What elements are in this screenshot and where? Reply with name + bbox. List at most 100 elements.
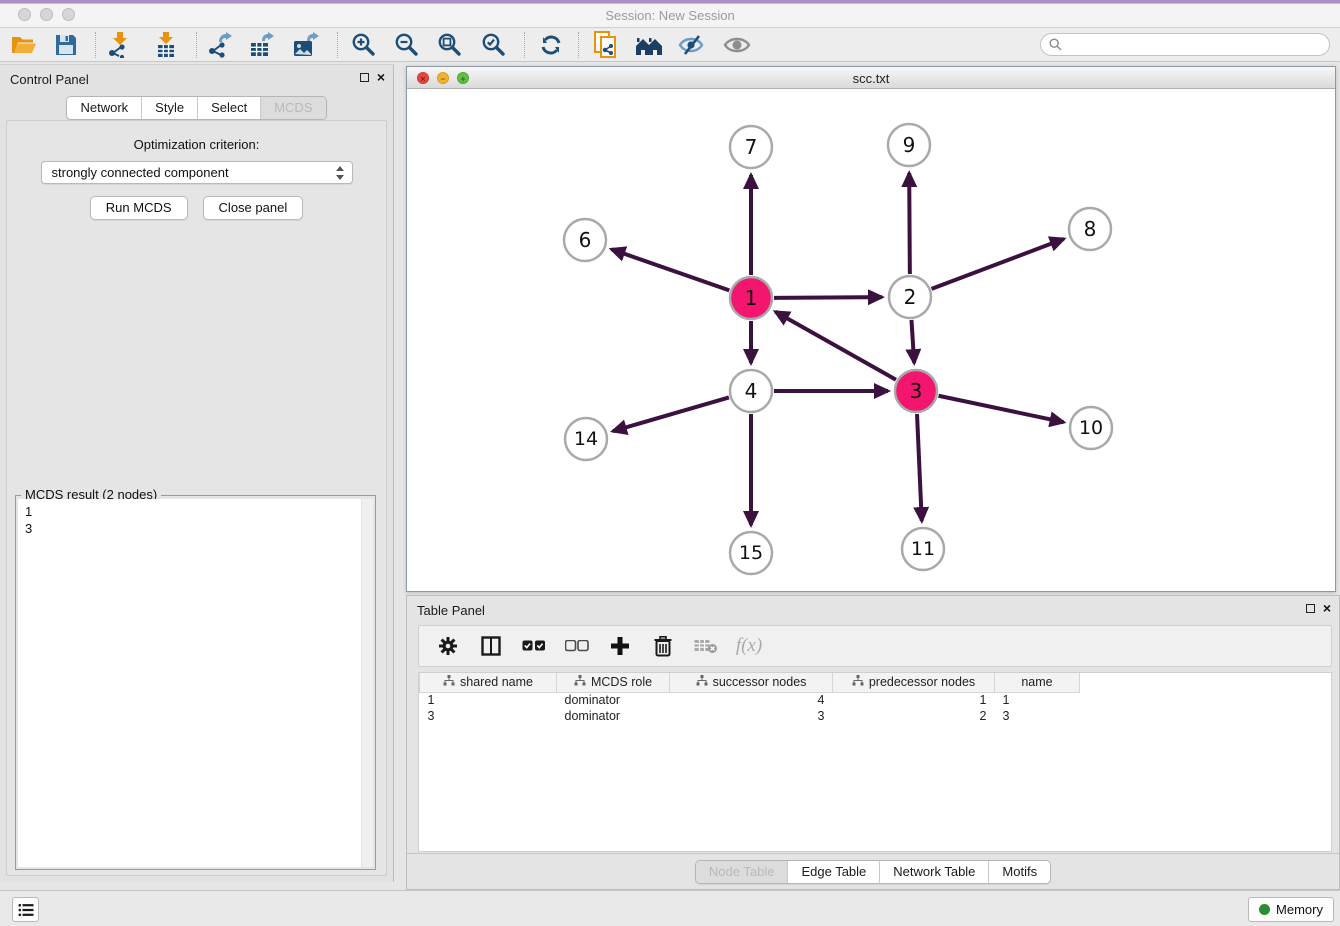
control-panel: Control Panel × NetworkStyleSelectMCDS O… xyxy=(0,64,394,882)
zoom-fit-icon[interactable] xyxy=(434,30,466,60)
optimization-criterion-dropdown[interactable]: strongly connected component xyxy=(41,161,353,184)
dropdown-selected-value: strongly connected component xyxy=(52,165,229,180)
tab-select[interactable]: Select xyxy=(198,97,261,119)
tab-motifs[interactable]: Motifs xyxy=(989,861,1050,883)
node-label-9: 9 xyxy=(903,133,916,157)
zoom-selected-icon[interactable] xyxy=(478,30,510,60)
table-cell[interactable]: 3 xyxy=(995,708,1080,724)
select-all-columns-icon[interactable] xyxy=(522,634,546,658)
close-panel-button[interactable]: Close panel xyxy=(203,196,304,220)
edge-4-14[interactable] xyxy=(613,397,729,431)
import-table-icon[interactable] xyxy=(150,30,182,60)
edge-3-10[interactable] xyxy=(939,396,1064,422)
node-label-1: 1 xyxy=(745,286,758,310)
edge-2-8[interactable] xyxy=(932,239,1064,289)
toolbar-separator xyxy=(524,32,525,58)
close-table-panel-icon[interactable]: × xyxy=(1323,603,1331,614)
export-network-icon[interactable] xyxy=(204,30,236,60)
dropdown-stepper-icon xyxy=(336,165,346,181)
column-type-icon xyxy=(696,675,708,689)
edge-2-9[interactable] xyxy=(909,173,910,274)
edge-3-1[interactable] xyxy=(775,312,896,380)
table-cell[interactable]: 1 xyxy=(420,692,557,708)
table-cell[interactable]: 1 xyxy=(995,692,1080,708)
apply-layout-icon[interactable] xyxy=(535,30,567,60)
tab-network[interactable]: Network xyxy=(67,97,142,119)
table-row[interactable]: 1dominator411 xyxy=(420,692,1080,708)
edge-1-2[interactable] xyxy=(774,297,882,298)
search-icon xyxy=(1049,38,1062,51)
float-panel-icon[interactable] xyxy=(360,73,369,82)
node-table: shared nameMCDS rolesuccessor nodesprede… xyxy=(418,672,1332,852)
network-view-window: × − + scc.txt 7968124314101511 xyxy=(406,66,1336,592)
split-columns-icon[interactable] xyxy=(479,634,503,658)
search-input[interactable] xyxy=(1067,35,1329,54)
network-window-title: scc.txt xyxy=(407,71,1335,86)
column-header-shared-name[interactable]: shared name xyxy=(420,673,557,692)
table-settings-gear-icon[interactable] xyxy=(436,634,460,658)
column-header-successor-nodes[interactable]: successor nodes xyxy=(670,673,833,692)
tab-edge-table[interactable]: Edge Table xyxy=(788,861,880,883)
memory-button[interactable]: Memory xyxy=(1248,897,1334,922)
tab-mcds[interactable]: MCDS xyxy=(261,97,325,119)
tab-network-table[interactable]: Network Table xyxy=(880,861,989,883)
delete-column-trash-icon[interactable] xyxy=(651,634,675,658)
show-all-icon[interactable] xyxy=(721,30,753,60)
table-cell[interactable]: 3 xyxy=(670,708,833,724)
new-network-from-selection-icon[interactable] xyxy=(590,30,622,60)
edge-3-11[interactable] xyxy=(917,414,922,521)
table-cell[interactable]: 1 xyxy=(833,692,995,708)
add-column-icon[interactable] xyxy=(608,634,632,658)
node-label-14: 14 xyxy=(574,428,598,450)
node-label-6: 6 xyxy=(579,228,592,252)
table-cell[interactable]: 4 xyxy=(670,692,833,708)
table-cell[interactable]: 2 xyxy=(833,708,995,724)
deselect-all-columns-icon[interactable] xyxy=(565,634,589,658)
window-title: Session: New Session xyxy=(0,8,1340,23)
node-label-7: 7 xyxy=(745,135,758,159)
float-table-panel-icon[interactable] xyxy=(1306,604,1315,613)
save-session-icon[interactable] xyxy=(50,30,82,60)
network-window-titlebar[interactable]: × − + scc.txt xyxy=(407,67,1335,89)
node-table-grid: shared nameMCDS rolesuccessor nodesprede… xyxy=(419,673,1080,724)
table-toolbar: f(x) xyxy=(418,625,1332,667)
window-top-accent xyxy=(0,0,1340,4)
tab-node-table[interactable]: Node Table xyxy=(696,861,789,883)
table-cell[interactable]: 3 xyxy=(420,708,557,724)
mcds-result-list[interactable]: 1 3 xyxy=(18,499,373,867)
edge-1-6[interactable] xyxy=(611,249,729,290)
column-header-MCDS-role[interactable]: MCDS role xyxy=(557,673,670,692)
search-field[interactable] xyxy=(1040,33,1330,56)
application-window: Session: New Session xyxy=(0,0,1340,926)
tab-style[interactable]: Style xyxy=(142,97,198,119)
export-table-icon[interactable] xyxy=(246,30,278,60)
import-network-icon[interactable] xyxy=(104,30,136,60)
open-session-icon[interactable] xyxy=(8,30,40,60)
first-neighbors-icon[interactable] xyxy=(633,30,665,60)
toolbar-separator xyxy=(95,32,96,58)
column-header-predecessor-nodes[interactable]: predecessor nodes xyxy=(833,673,995,692)
column-header-name[interactable]: name xyxy=(995,673,1080,692)
run-mcds-button[interactable]: Run MCDS xyxy=(90,196,188,220)
zoom-out-icon[interactable] xyxy=(391,30,423,60)
zoom-in-icon[interactable] xyxy=(348,30,380,60)
table-row[interactable]: 3dominator323 xyxy=(420,708,1080,724)
network-canvas[interactable]: 7968124314101511 xyxy=(407,89,1335,591)
result-scrollbar[interactable] xyxy=(361,499,373,867)
export-image-icon[interactable] xyxy=(290,30,322,60)
hide-selected-icon[interactable] xyxy=(676,30,708,60)
function-builder-icon[interactable]: f(x) xyxy=(737,634,761,658)
control-panel-title: Control Panel xyxy=(10,72,89,87)
node-label-4: 4 xyxy=(745,379,758,403)
node-label-8: 8 xyxy=(1084,217,1097,241)
edge-2-3[interactable] xyxy=(911,320,914,363)
task-history-button[interactable] xyxy=(12,897,39,922)
column-type-icon xyxy=(574,675,586,689)
delete-table-icon[interactable] xyxy=(694,634,718,658)
node-label-11: 11 xyxy=(911,538,935,560)
close-panel-icon[interactable]: × xyxy=(377,72,385,83)
optimization-criterion-label: Optimization criterion: xyxy=(7,137,386,152)
table-cell[interactable]: dominator xyxy=(557,692,670,708)
node-label-10: 10 xyxy=(1079,417,1103,439)
table-cell[interactable]: dominator xyxy=(557,708,670,724)
